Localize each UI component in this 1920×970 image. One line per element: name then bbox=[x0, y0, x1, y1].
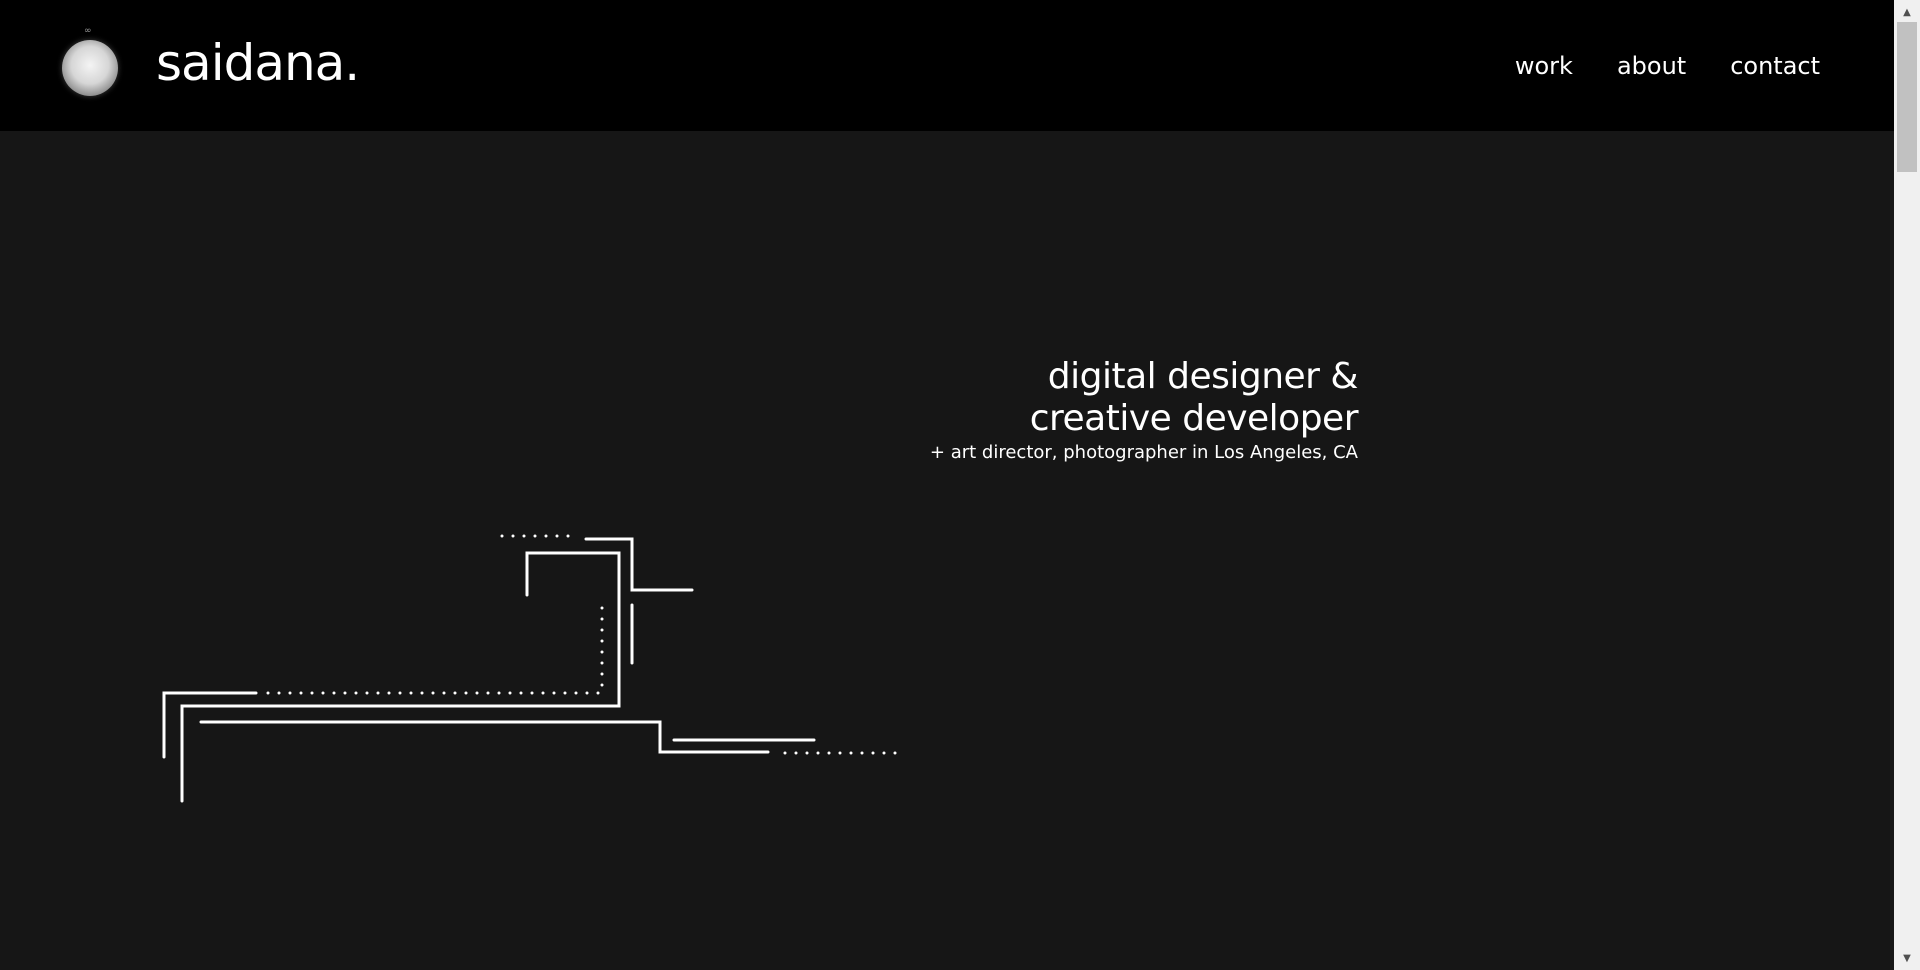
site-header: ∞ saidana. work about contact bbox=[0, 0, 1894, 131]
scrollbar-thumb[interactable] bbox=[1897, 22, 1917, 172]
logo-orb-icon[interactable] bbox=[62, 40, 118, 96]
brand-name[interactable]: saidana. bbox=[156, 33, 360, 93]
logo-infinity-mark: ∞ bbox=[84, 26, 91, 36]
main-nav: work about contact bbox=[1515, 49, 1820, 83]
nav-about-link[interactable]: about bbox=[1617, 49, 1686, 83]
circuit-line-left-bracket bbox=[162, 691, 258, 759]
circuit-line-inner-bracket bbox=[180, 551, 621, 803]
page: ∞ saidana. work about contact digital de… bbox=[0, 0, 1894, 970]
nav-work-link[interactable]: work bbox=[1515, 49, 1573, 83]
circuit-lines-graphic bbox=[162, 534, 902, 803]
circuit-line-long-horizontal bbox=[199, 720, 770, 754]
vertical-scrollbar[interactable]: ▲ ▼ bbox=[1894, 0, 1920, 970]
scroll-down-arrow-icon[interactable]: ▼ bbox=[1894, 946, 1920, 970]
circuit-line-top-hook bbox=[584, 537, 694, 592]
nav-contact-link[interactable]: contact bbox=[1730, 49, 1820, 83]
scroll-up-arrow-icon[interactable]: ▲ bbox=[1894, 0, 1920, 24]
